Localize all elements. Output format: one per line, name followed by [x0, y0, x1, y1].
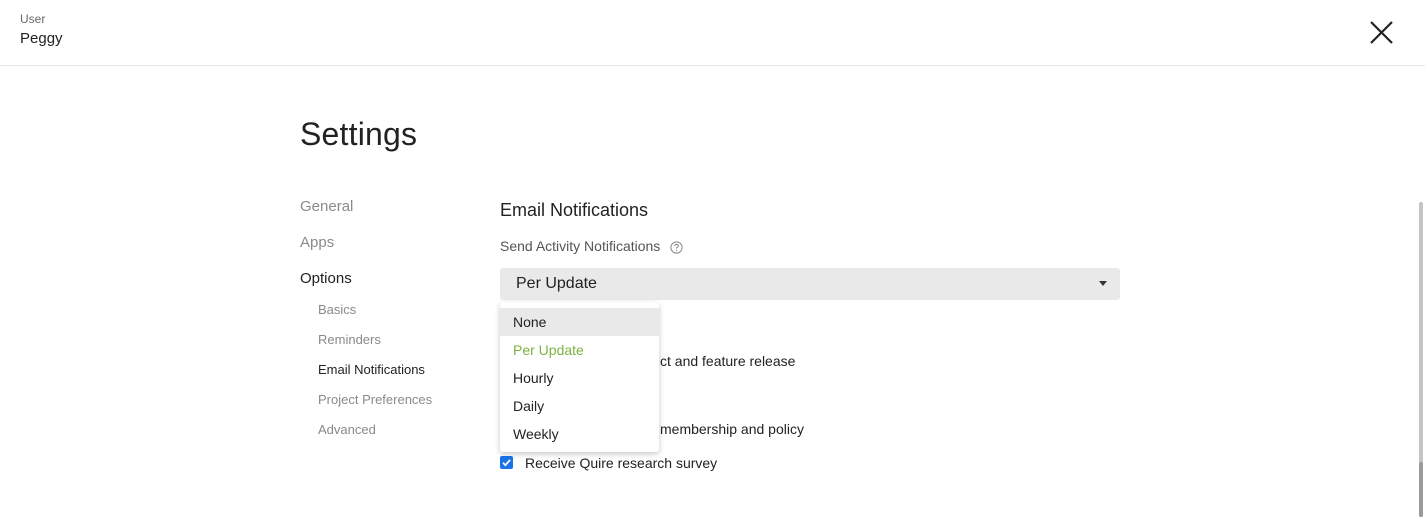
nav-item-apps[interactable]: Apps	[300, 234, 334, 251]
nav-sub-item-basics[interactable]: Basics	[318, 302, 356, 317]
dropdown-option-none[interactable]: None	[500, 308, 659, 336]
scrollbar-thumb-active[interactable]	[1419, 462, 1423, 517]
checkmark-icon	[502, 459, 511, 467]
top-bar: User Peggy	[0, 0, 1425, 66]
close-button[interactable]	[1366, 18, 1396, 48]
caret-down-icon	[1099, 281, 1107, 286]
nav-sub-item-reminders[interactable]: Reminders	[318, 332, 381, 347]
dropdown-option-hourly[interactable]: Hourly	[500, 364, 659, 392]
nav-sub-item-advanced[interactable]: Advanced	[318, 422, 376, 437]
nav-item-options[interactable]: Options	[300, 270, 352, 287]
nav-item-general[interactable]: General	[300, 198, 353, 215]
user-name: Peggy	[20, 30, 63, 47]
activity-notifications-select[interactable]: Per Update	[500, 268, 1120, 300]
close-icon	[1370, 21, 1393, 44]
activity-notifications-label: Send Activity Notifications	[500, 238, 661, 254]
product-feature-release-option-label: ct and feature release	[660, 353, 796, 369]
dropdown-option-weekly[interactable]: Weekly	[500, 420, 659, 448]
research-survey-checkbox[interactable]	[500, 456, 513, 469]
help-circle-icon[interactable]	[670, 241, 683, 254]
select-value: Per Update	[516, 275, 597, 292]
nav-sub-item-email-notifications[interactable]: Email Notifications	[318, 362, 425, 377]
user-caption: User	[20, 12, 46, 26]
activity-notifications-dropdown: None Per Update Hourly Daily Weekly	[500, 302, 659, 452]
research-survey-label: Receive Quire research survey	[525, 455, 718, 471]
dropdown-option-per-update[interactable]: Per Update	[500, 336, 659, 364]
dropdown-option-daily[interactable]: Daily	[500, 392, 659, 420]
page-title: Settings	[300, 116, 418, 152]
section-title: Email Notifications	[500, 200, 649, 220]
membership-policy-option-label: membership and policy	[660, 421, 804, 437]
nav-sub-item-project-preferences[interactable]: Project Preferences	[318, 392, 432, 407]
